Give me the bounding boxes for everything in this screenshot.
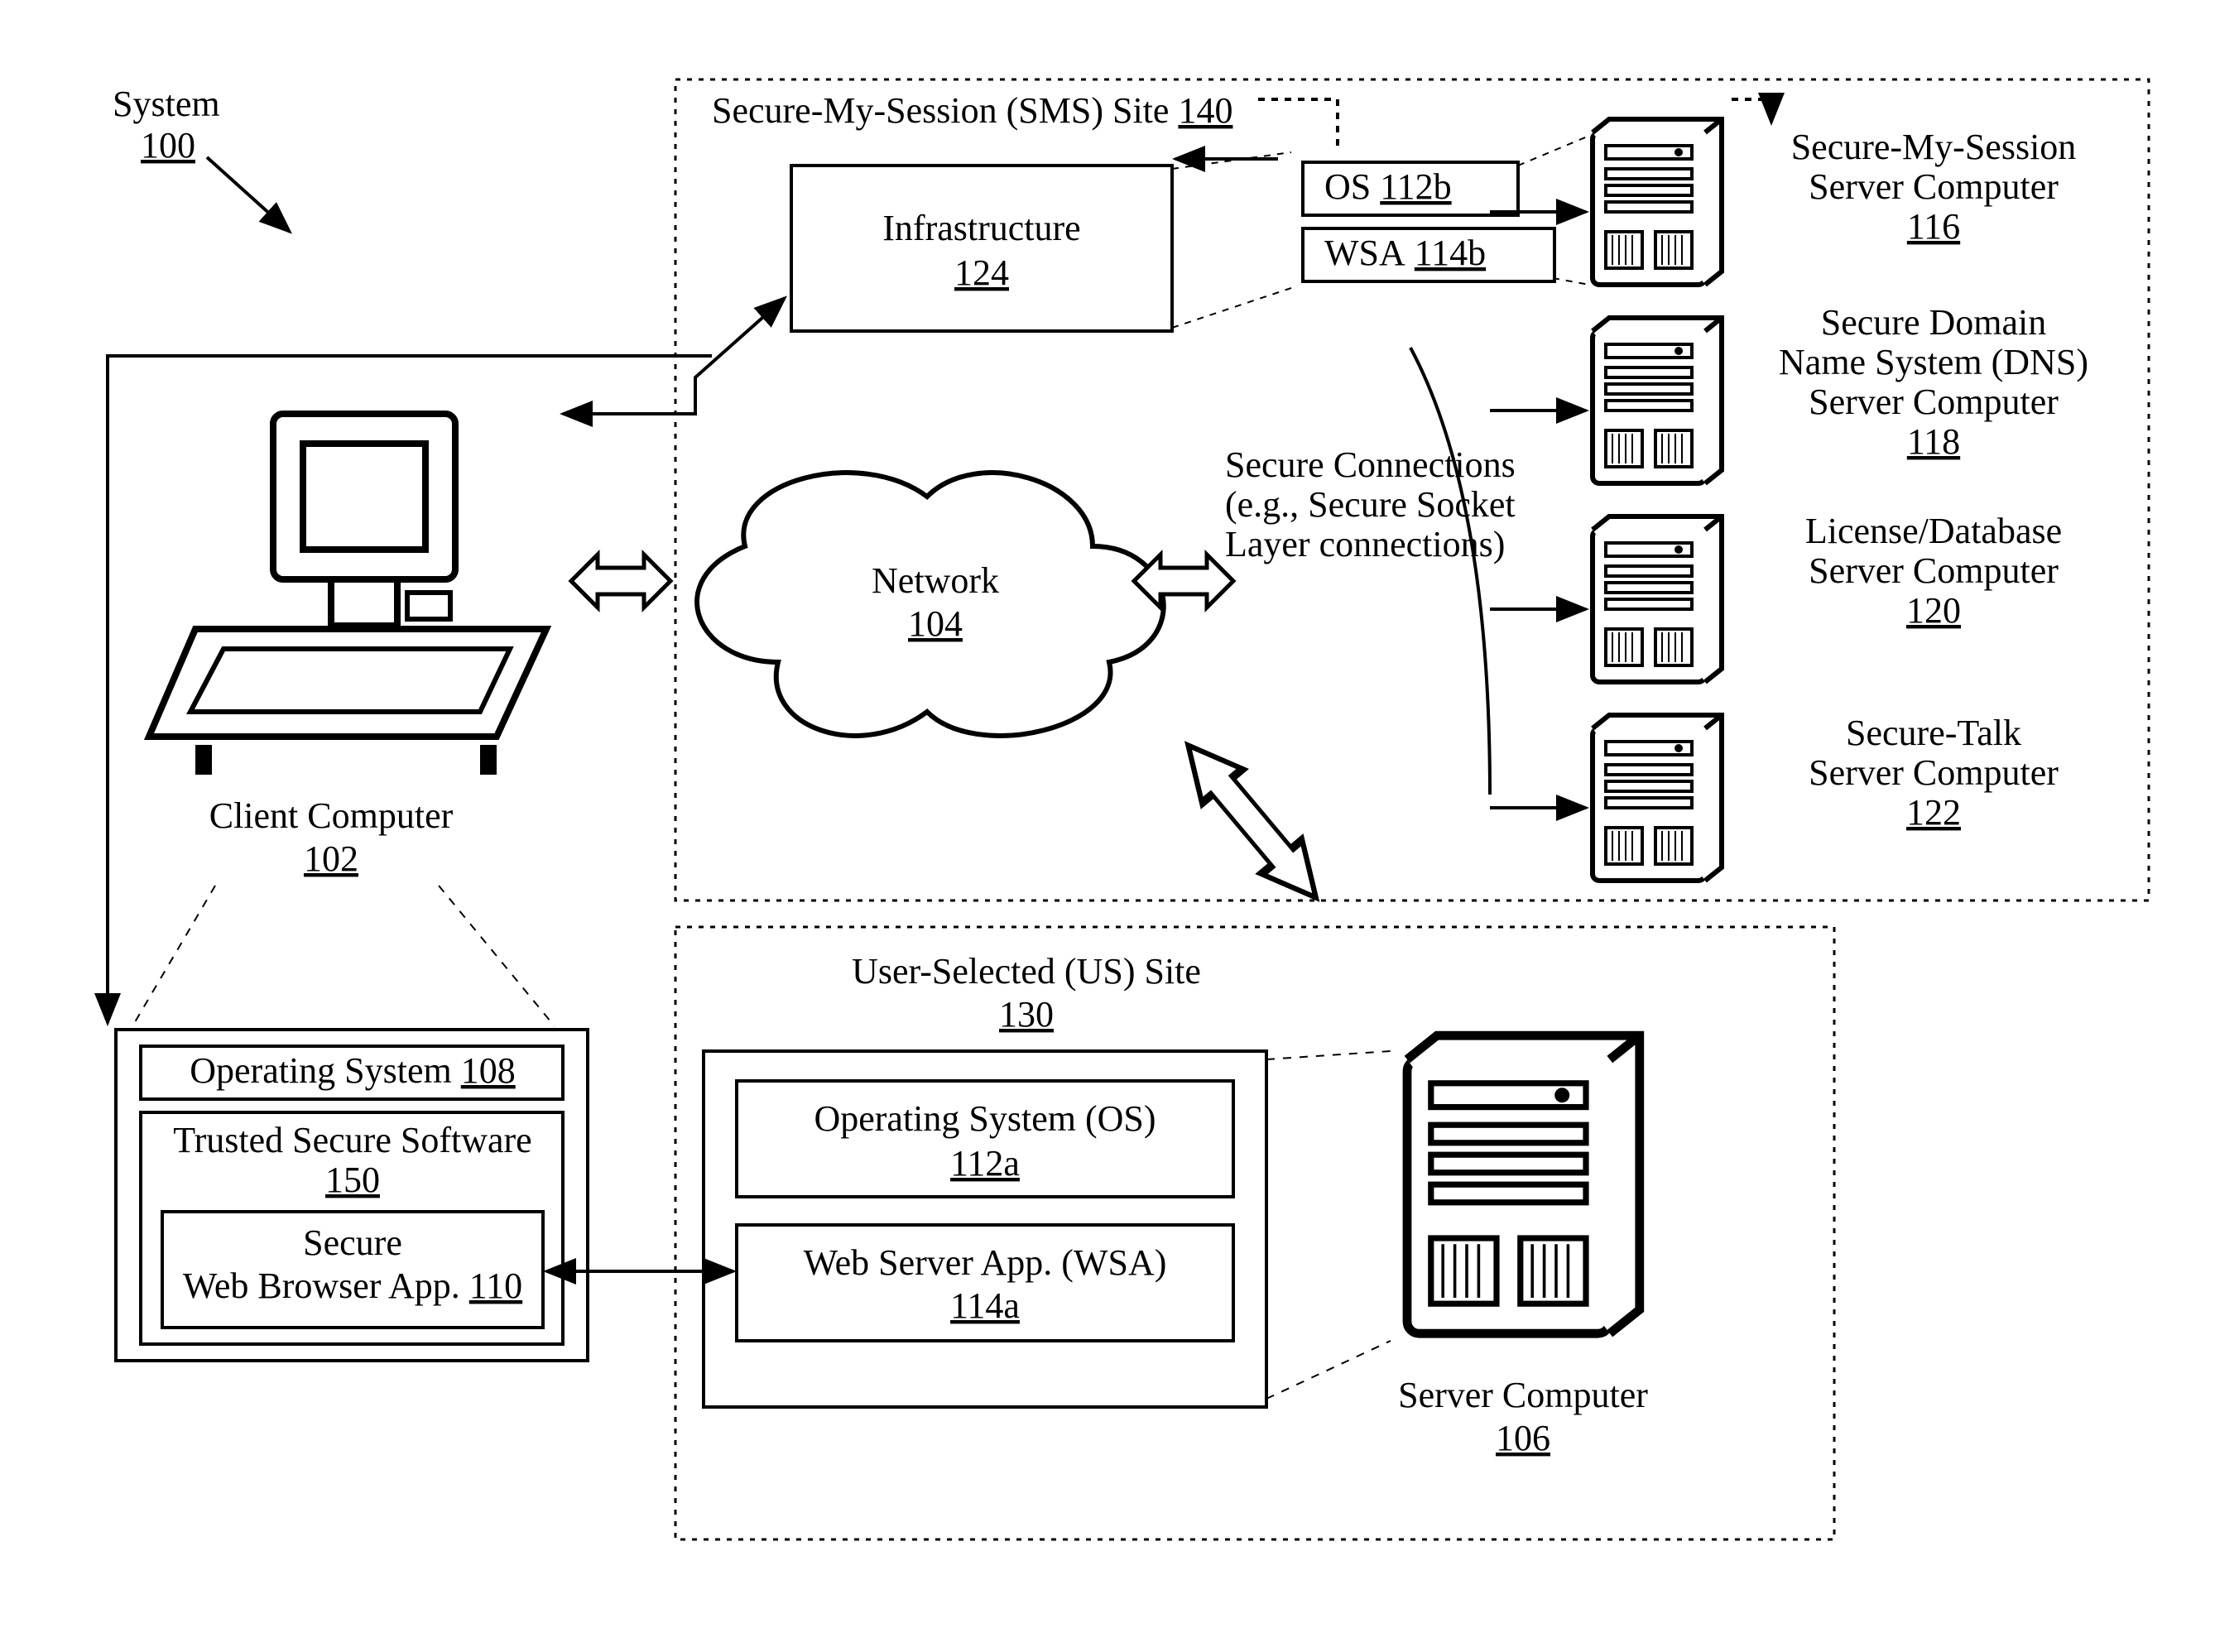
svg-text:Server Computer: Server Computer: [1809, 382, 2059, 422]
us-os-box: Operating System (OS) 112a: [737, 1081, 1233, 1197]
svg-text:Infrastructure: Infrastructure: [882, 208, 1080, 248]
svg-text:118: 118: [1907, 421, 1960, 462]
network-us-arrow: [1168, 728, 1336, 915]
svg-text:Secure: Secure: [303, 1222, 402, 1263]
client-computer-icon: [149, 414, 546, 775]
svg-text:Client Computer: Client Computer: [209, 795, 454, 836]
svg-text:112a: 112a: [950, 1143, 1020, 1184]
svg-text:130: 130: [999, 994, 1054, 1035]
svg-text:Secure-My-Session: Secure-My-Session: [1791, 127, 2077, 167]
svg-text:License/Database: License/Database: [1805, 511, 2062, 551]
us-wsa-box: Web Server App. (WSA) 114a: [737, 1225, 1233, 1341]
dns-server-label: Secure Domain Name System (DNS) Server C…: [1779, 302, 2088, 462]
svg-text:System: System: [113, 84, 220, 124]
client-os-box: Operating System 108: [141, 1046, 563, 1099]
diagram-canvas: System 100 Secure-My-Session (SMS) Site …: [0, 0, 2215, 1652]
talk-server-label: Secure-Talk Server Computer 122: [1809, 713, 2059, 833]
sms-os-box: OS 112b: [1303, 162, 1518, 215]
svg-text:150: 150: [325, 1160, 380, 1200]
client-internals: Operating System 108 Trusted Secure Soft…: [116, 886, 588, 1361]
svg-text:Web Browser App. 110: Web Browser App. 110: [183, 1265, 522, 1306]
sms-server-label: Secure-My-Session Server Computer 116: [1791, 127, 2077, 247]
client-network-arrow: [571, 555, 670, 607]
svg-text:Secure-Talk: Secure-Talk: [1846, 713, 2021, 753]
client-computer-label: Client Computer 102: [209, 795, 454, 879]
system-label: System 100: [113, 84, 290, 232]
us-server-icon: [1407, 1035, 1640, 1333]
svg-text:Operating System (OS): Operating System (OS): [814, 1098, 1156, 1139]
svg-text:Server Computer: Server Computer: [1398, 1375, 1648, 1415]
svg-text:WSA 114b: WSA 114b: [1324, 233, 1486, 273]
svg-text:106: 106: [1496, 1418, 1550, 1458]
svg-text:124: 124: [954, 252, 1009, 293]
svg-text:Server Computer: Server Computer: [1809, 166, 2059, 207]
svg-text:Secure Domain: Secure Domain: [1821, 302, 2046, 343]
dns-server-icon: [1593, 318, 1722, 483]
svg-text:120: 120: [1906, 590, 1961, 631]
svg-text:Server Computer: Server Computer: [1809, 550, 2059, 591]
svg-text:100: 100: [141, 125, 195, 166]
sms-server-icon: [1593, 119, 1722, 285]
svg-text:User-Selected (US) Site: User-Selected (US) Site: [852, 951, 1201, 992]
svg-text:Secure-My-Session (SMS) Site: Secure-My-Session (SMS) Site 140: [712, 90, 1232, 131]
svg-text:(e.g., Secure Socket: (e.g., Secure Socket: [1225, 484, 1516, 525]
license-server-icon: [1593, 516, 1722, 682]
svg-text:Layer connections): Layer connections): [1225, 524, 1505, 564]
secure-connections-label: Secure Connections (e.g., Secure Socket …: [1225, 444, 1516, 564]
svg-text:Trusted Secure Software: Trusted Secure Software: [173, 1120, 531, 1160]
svg-text:OS 112b: OS 112b: [1324, 166, 1452, 207]
svg-text:Name System (DNS): Name System (DNS): [1779, 342, 2088, 382]
svg-text:Operating System 108: Operating System 108: [190, 1050, 516, 1091]
svg-text:Secure Connections: Secure Connections: [1225, 444, 1516, 485]
us-site-box: User-Selected (US) Site 130 Operating Sy…: [675, 927, 1834, 1539]
network-cloud: Network 104: [697, 473, 1164, 736]
svg-text:102: 102: [304, 838, 358, 879]
secure-browser-box: Secure Web Browser App. 110: [162, 1212, 543, 1328]
infrastructure-box: Infrastructure 124: [791, 166, 1172, 331]
svg-text:Network: Network: [872, 560, 999, 601]
svg-text:104: 104: [908, 603, 963, 644]
svg-text:122: 122: [1906, 792, 1961, 833]
svg-text:Web Server App. (WSA): Web Server App. (WSA): [804, 1242, 1167, 1283]
talk-server-icon: [1593, 715, 1722, 881]
sms-wsa-box: WSA 114b: [1303, 228, 1554, 281]
svg-text:116: 116: [1907, 206, 1960, 247]
client-tss-box: Trusted Secure Software 150 Secure Web B…: [141, 1112, 563, 1344]
svg-text:Server Computer: Server Computer: [1809, 752, 2059, 793]
license-server-label: License/Database Server Computer 120: [1805, 511, 2062, 631]
svg-text:114a: 114a: [950, 1285, 1020, 1326]
